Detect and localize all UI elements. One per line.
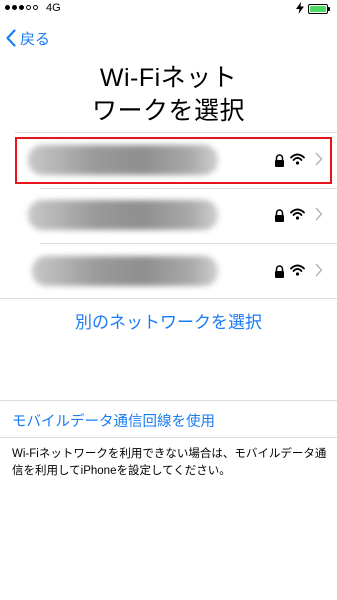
wifi-icon	[290, 208, 305, 220]
battery-icon	[308, 4, 330, 14]
page-title-line2: ワークを選択	[91, 97, 245, 125]
wifi-icon	[290, 153, 305, 165]
lock-icon	[275, 154, 284, 167]
back-label: 戻る	[20, 30, 51, 48]
charging-icon	[296, 2, 304, 14]
choose-other-network-button[interactable]: 別のネットワークを選択	[0, 308, 337, 333]
chevron-right-icon	[315, 207, 323, 221]
signal-strength-icon	[5, 5, 38, 10]
wifi-icon	[290, 264, 305, 276]
lock-icon	[275, 209, 284, 222]
wifi-network-row[interactable]	[0, 188, 337, 242]
wifi-network-row[interactable]	[0, 133, 337, 187]
section-separator	[0, 437, 337, 438]
wifi-setup-screen: 4G 戻る Wi-Fiネット ワークを選択 別のネットワークを選択 モバイルデー…	[0, 0, 337, 600]
network-name-redacted	[32, 256, 218, 286]
use-cellular-button[interactable]: モバイルデータ通信回線を使用	[12, 410, 215, 431]
page-title-line1: Wi-Fiネット	[99, 64, 238, 92]
network-name-redacted	[28, 200, 218, 230]
status-bar: 4G	[0, 0, 337, 18]
chevron-right-icon	[315, 152, 323, 166]
carrier-label: 4G	[46, 2, 61, 14]
back-button[interactable]: 戻る	[6, 28, 50, 48]
page-title: Wi-Fiネット ワークを選択	[0, 62, 337, 128]
chevron-left-icon	[6, 29, 16, 47]
wifi-network-row[interactable]	[0, 244, 337, 298]
lock-icon	[275, 265, 284, 278]
list-bottom-separator	[0, 298, 337, 299]
chevron-right-icon	[315, 263, 323, 277]
cellular-note: Wi-Fiネットワークを利用できない場合は、モバイルデータ通信を利用してiPho…	[12, 448, 327, 477]
network-name-redacted	[28, 145, 218, 175]
section-separator	[0, 400, 337, 401]
